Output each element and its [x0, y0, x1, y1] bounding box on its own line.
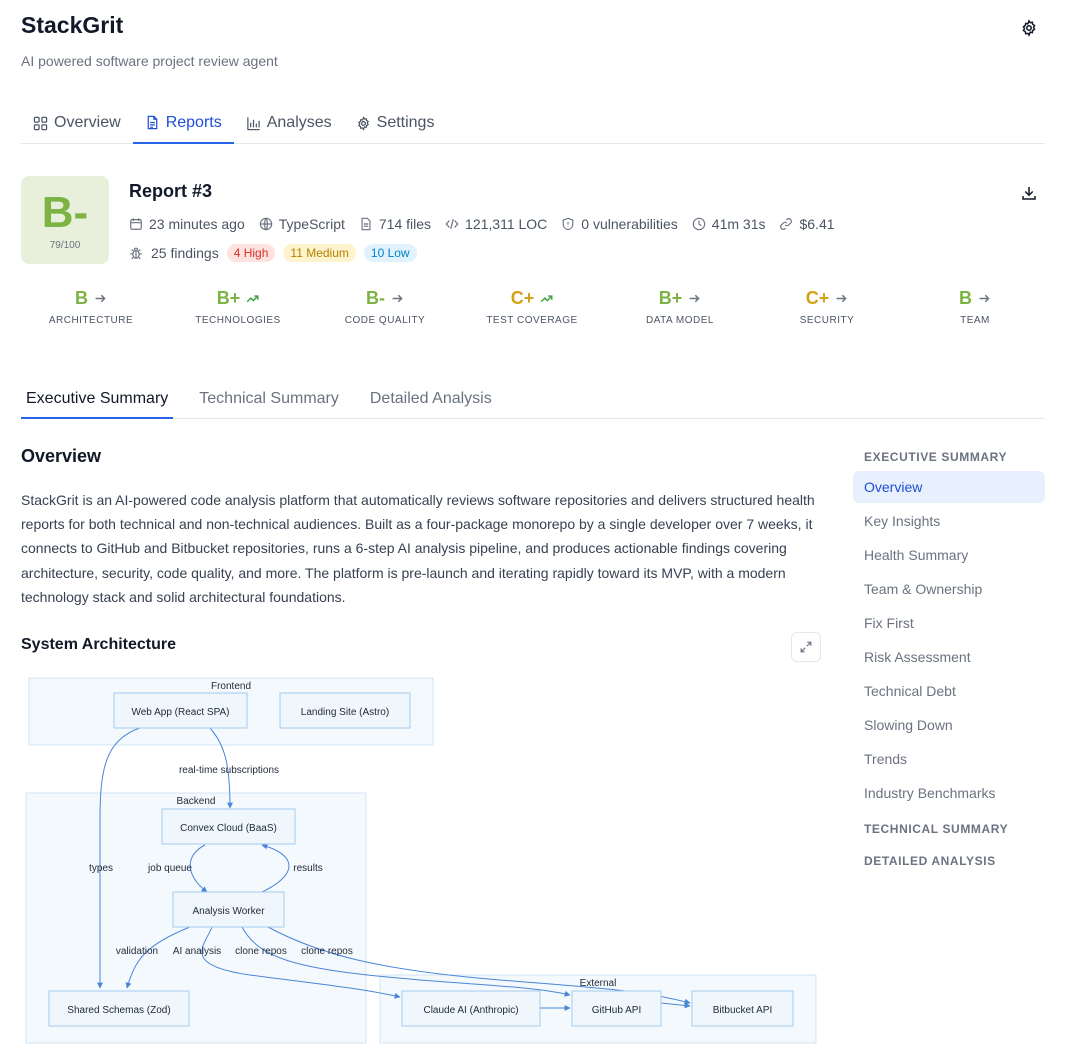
tab-settings[interactable]: Settings: [344, 103, 447, 143]
toc-section-executive[interactable]: EXECUTIVE SUMMARY: [853, 446, 1045, 468]
edge-label-types: types: [89, 863, 113, 874]
tab-executive-summary[interactable]: Executive Summary: [21, 380, 174, 419]
tab-analyses-label: Analyses: [266, 114, 332, 131]
findings-low-badge: 10 Low: [363, 244, 417, 262]
findings-medium-badge: 11 Medium: [283, 244, 356, 262]
overview-heading: Overview: [21, 446, 102, 466]
category-technologies[interactable]: B+ TECHNOLOGIES: [168, 288, 308, 326]
code-icon: [445, 219, 459, 229]
edge-label-jobqueue: job queue: [147, 863, 192, 874]
findings-summary: 25 findings 4 High 11 Medium 10 Low: [129, 244, 417, 262]
category-security[interactable]: C+ SECURITY: [757, 288, 897, 326]
expand-icon[interactable]: [791, 632, 821, 662]
toc-item-team-ownership[interactable]: Team & Ownership: [853, 572, 1045, 606]
summary-tabs: Executive Summary Technical Summary Deta…: [21, 380, 1045, 419]
meta-time: 23 minutes ago: [129, 216, 245, 232]
link-icon: [780, 218, 793, 230]
globe-icon: [259, 217, 272, 231]
architecture-diagram: Frontend Backend External Web App (React…: [25, 677, 817, 1044]
main-tabs: Overview Reports Analyses Settings: [21, 103, 1045, 144]
backend-group-label: Backend: [177, 796, 216, 807]
edge-label-realtime: real-time subscriptions: [179, 765, 279, 776]
tab-reports[interactable]: Reports: [132, 103, 234, 144]
app-subtitle: AI powered software project review agent: [21, 53, 278, 69]
node-worker-label: Analysis Worker: [192, 906, 265, 917]
tab-overview[interactable]: Overview: [21, 103, 133, 143]
file-icon: [361, 217, 371, 231]
frontend-group-label: Frontend: [211, 681, 251, 692]
node-bitbucket-label: Bitbucket API: [713, 1005, 772, 1016]
node-schemas-label: Shared Schemas (Zod): [67, 1005, 170, 1016]
table-of-contents: EXECUTIVE SUMMARY Overview Key Insights …: [853, 446, 1045, 872]
category-architecture[interactable]: B ARCHITECTURE: [21, 288, 161, 326]
trend-up-icon: [246, 295, 259, 303]
grid-icon: [33, 116, 48, 130]
node-convex-label: Convex Cloud (BaaS): [180, 823, 277, 834]
edge-label-ai: AI analysis: [173, 946, 221, 957]
download-icon[interactable]: [1018, 182, 1040, 204]
trend-up-icon: [540, 295, 553, 303]
category-grades: B ARCHITECTURE B+ TECHNOLOGIES B- CODE Q…: [21, 288, 1045, 332]
toc-item-risk-assessment[interactable]: Risk Assessment: [853, 640, 1045, 674]
bar-chart-icon: [246, 116, 260, 130]
toc-section-detailed[interactable]: DETAILED ANALYSIS: [853, 850, 1045, 872]
toc-item-fix-first[interactable]: Fix First: [853, 606, 1045, 640]
node-landing-label: Landing Site (Astro): [301, 707, 389, 718]
node-github-label: GitHub API: [592, 1005, 641, 1016]
toc-item-slowing-down[interactable]: Slowing Down: [853, 708, 1045, 742]
findings-high-badge: 4 High: [226, 244, 276, 262]
shield-icon: [562, 217, 574, 231]
report-meta: 23 minutes ago TypeScript 714 files 121,…: [129, 216, 835, 232]
edge-label-results: results: [293, 863, 322, 874]
arrow-right-icon: [392, 294, 403, 303]
toc-item-trends[interactable]: Trends: [853, 742, 1045, 776]
toc-item-industry-benchmarks[interactable]: Industry Benchmarks: [853, 776, 1045, 810]
meta-duration: 41m 31s: [692, 216, 765, 232]
tab-analyses[interactable]: Analyses: [234, 103, 344, 143]
arrow-right-icon: [689, 294, 700, 303]
bug-icon: [130, 247, 142, 260]
tab-technical-summary[interactable]: Technical Summary: [194, 380, 344, 418]
tab-detailed-analysis[interactable]: Detailed Analysis: [365, 380, 497, 418]
arrow-right-icon: [979, 294, 990, 303]
overview-body: StackGrit is an AI-powered code analysis…: [21, 492, 815, 605]
toc-item-overview[interactable]: Overview: [853, 471, 1045, 503]
edge-label-clone2: clone repos: [301, 946, 353, 957]
architecture-heading: System Architecture: [21, 636, 177, 653]
meta-language: TypeScript: [259, 216, 345, 232]
toc-item-key-insights[interactable]: Key Insights: [853, 504, 1045, 538]
settings-gear-icon[interactable]: [1018, 17, 1040, 39]
meta-vulnerabilities: 0 vulnerabilities: [561, 216, 678, 232]
overall-score: 79/100: [49, 239, 81, 251]
arrow-right-icon: [95, 294, 106, 303]
toc-item-technical-debt[interactable]: Technical Debt: [853, 674, 1045, 708]
report-title: Report #3: [129, 181, 213, 201]
toc-item-health-summary[interactable]: Health Summary: [853, 538, 1045, 572]
meta-files: 714 files: [359, 216, 431, 232]
findings-total: 25 findings: [151, 245, 219, 261]
arrow-right-icon: [836, 294, 847, 303]
category-data-model[interactable]: B+ DATA MODEL: [610, 288, 750, 326]
node-webapp-label: Web App (React SPA): [131, 707, 229, 718]
meta-cost: $6.41: [779, 216, 835, 232]
edge-label-validation: validation: [116, 946, 158, 957]
category-team[interactable]: B TEAM: [905, 288, 1045, 326]
overall-grade: B-: [41, 187, 89, 237]
clock-icon: [692, 217, 706, 231]
tab-overview-label: Overview: [54, 114, 121, 131]
edge-label-clone1: clone repos: [235, 946, 287, 957]
toc-section-technical[interactable]: TECHNICAL SUMMARY: [853, 818, 1045, 840]
calendar-icon: [130, 218, 142, 230]
tab-reports-label: Reports: [165, 113, 222, 131]
gear-icon: [357, 115, 369, 131]
tab-settings-label: Settings: [376, 114, 435, 131]
node-claude-label: Claude AI (Anthropic): [423, 1005, 518, 1016]
overall-grade-badge: B- 79/100: [21, 176, 109, 264]
app-title: StackGrit: [21, 12, 124, 38]
category-code-quality[interactable]: B- CODE QUALITY: [315, 288, 455, 326]
meta-loc: 121,311 LOC: [445, 216, 547, 232]
category-test-coverage[interactable]: C+ TEST COVERAGE: [462, 288, 602, 326]
document-icon: [147, 115, 158, 130]
